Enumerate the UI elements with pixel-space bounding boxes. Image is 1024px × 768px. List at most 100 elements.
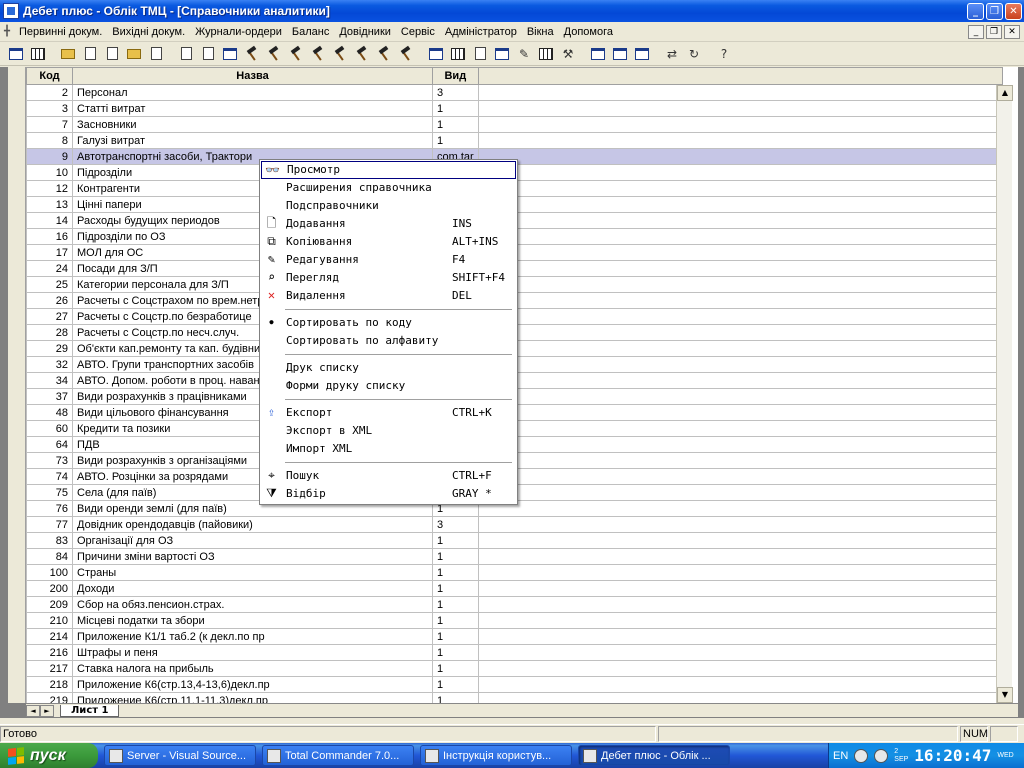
cell-code[interactable]: 219 xyxy=(26,692,73,703)
restore-button[interactable]: ❐ xyxy=(986,2,1003,20)
menu-service[interactable]: Сервіс xyxy=(396,26,440,38)
cell-code[interactable]: 10 xyxy=(26,164,73,181)
cell-kind[interactable]: 1 xyxy=(432,692,479,703)
scroll-up-icon[interactable]: ▲ xyxy=(997,85,1013,101)
cell-code[interactable]: 210 xyxy=(26,612,73,629)
context-menu-item[interactable]: Расширения справочника xyxy=(261,179,516,197)
cell-code[interactable]: 77 xyxy=(26,516,73,533)
sheet-tab-1[interactable]: Лист 1 xyxy=(60,704,120,717)
cascade-windows-icon[interactable] xyxy=(588,44,608,64)
cell-code[interactable]: 7 xyxy=(26,116,73,133)
cell-name[interactable]: Галузі витрат xyxy=(72,132,433,149)
cell-kind[interactable]: 1 xyxy=(432,532,479,549)
context-menu-item[interactable]: ✕ Видалення DEL xyxy=(261,287,516,305)
report-icon[interactable] xyxy=(426,44,446,64)
table-row[interactable]: 218 Приложение К6(стр.13,4-13,6)декл.пр 1 xyxy=(26,676,1003,693)
cell-name[interactable]: Страны xyxy=(72,564,433,581)
table-row[interactable]: 209 Сбор на обяз.пенсион.страх. 1 xyxy=(26,596,1003,613)
cell-name[interactable]: Місцеві податки та збори xyxy=(72,612,433,629)
context-menu-item[interactable]: 👓 Просмотр xyxy=(261,161,516,179)
menu-windows[interactable]: Вікна xyxy=(522,26,559,38)
column-header-kind[interactable]: Вид xyxy=(432,67,479,85)
hammer-icon[interactable] xyxy=(396,44,416,64)
cell-name[interactable]: Організації для ОЗ xyxy=(72,532,433,549)
cell-code[interactable]: 75 xyxy=(26,484,73,501)
transfer-icon[interactable]: ⇄ xyxy=(662,44,682,64)
hammer-icon[interactable] xyxy=(374,44,394,64)
context-menu-item[interactable]: Импорт XML xyxy=(261,440,516,458)
cell-code[interactable]: 17 xyxy=(26,244,73,261)
cell-code[interactable]: 84 xyxy=(26,548,73,565)
cell-code[interactable]: 60 xyxy=(26,420,73,437)
delete-doc-icon[interactable] xyxy=(198,44,218,64)
language-indicator[interactable]: EN xyxy=(833,750,848,762)
cell-code[interactable]: 26 xyxy=(26,292,73,309)
refresh-icon[interactable]: ↻ xyxy=(684,44,704,64)
cell-code[interactable]: 32 xyxy=(26,356,73,373)
cell-name[interactable]: Штрафы и пеня xyxy=(72,644,433,661)
cell-code[interactable]: 37 xyxy=(26,388,73,405)
context-menu-item[interactable]: ⌖ Пошук CTRL+F xyxy=(261,467,516,485)
table-row[interactable]: 83 Організації для ОЗ 1 xyxy=(26,532,1003,549)
cell-code[interactable]: 25 xyxy=(26,276,73,293)
table-row[interactable]: 200 Доходи 1 xyxy=(26,580,1003,597)
context-menu-item[interactable]: Экспорт в XML xyxy=(261,422,516,440)
tools-icon[interactable]: ⚒ xyxy=(558,44,578,64)
cell-code[interactable]: 13 xyxy=(26,196,73,213)
context-menu-item[interactable]: ⌕ Перегляд SHIFT+F4 xyxy=(261,269,516,287)
volume-icon[interactable] xyxy=(874,748,889,763)
cell-name[interactable]: Ставка налога на прибыль xyxy=(72,660,433,677)
column-header-code[interactable]: Код xyxy=(26,67,73,85)
cell-code[interactable]: 209 xyxy=(26,596,73,613)
cell-code[interactable]: 34 xyxy=(26,372,73,389)
cell-kind[interactable]: 1 xyxy=(432,564,479,581)
table-row[interactable]: 77 Довідник орендодавців (пайовики) 3 xyxy=(26,516,1003,533)
cell-kind[interactable]: 1 xyxy=(432,116,479,133)
cell-name[interactable]: Приложение К6(стр.13,4-13,6)декл.пр xyxy=(72,676,433,693)
cell-code[interactable]: 29 xyxy=(26,340,73,357)
hammer-icon[interactable] xyxy=(352,44,372,64)
tray-app-icon[interactable] xyxy=(854,748,869,763)
cell-code[interactable]: 74 xyxy=(26,468,73,485)
cell-name[interactable]: Статті витрат xyxy=(72,100,433,117)
table-row[interactable]: 2 Персонал 3 xyxy=(26,84,1003,101)
cell-code[interactable]: 16 xyxy=(26,228,73,245)
hammer-icon[interactable] xyxy=(308,44,328,64)
cell-code[interactable]: 3 xyxy=(26,100,73,117)
cell-kind[interactable]: 1 xyxy=(432,580,479,597)
context-menu-item[interactable]: Друк списку xyxy=(261,359,516,377)
list-icon[interactable] xyxy=(28,44,48,64)
documents-icon[interactable] xyxy=(146,44,166,64)
tile-vertical-icon[interactable] xyxy=(610,44,630,64)
cell-name[interactable]: Приложение К6(стр.11,1-11,3)декл.пр xyxy=(72,692,433,703)
cell-name[interactable]: Доходи xyxy=(72,580,433,597)
cell-kind[interactable]: 1 xyxy=(432,132,479,149)
table-row[interactable]: 210 Місцеві податки та збори 1 xyxy=(26,612,1003,629)
context-menu-item[interactable]: Подсправочники xyxy=(261,197,516,215)
edit-icon[interactable] xyxy=(176,44,196,64)
new-doc-icon[interactable] xyxy=(80,44,100,64)
table-row[interactable]: 100 Страны 1 xyxy=(26,564,1003,581)
column-header-name[interactable]: Назва xyxy=(72,67,433,85)
context-menu-item[interactable]: ● Сортировать по коду xyxy=(261,314,516,332)
cell-kind[interactable]: 1 xyxy=(432,660,479,677)
tab-next-icon[interactable]: ► xyxy=(40,704,54,717)
menu-balance[interactable]: Баланс xyxy=(287,26,334,38)
tile-horizontal-icon[interactable] xyxy=(632,44,652,64)
cell-code[interactable]: 2 xyxy=(26,84,73,101)
vertical-scrollbar[interactable]: ▲ ▼ xyxy=(996,85,1013,703)
cell-kind[interactable]: 3 xyxy=(432,84,479,101)
cell-name[interactable]: Довідник орендодавців (пайовики) xyxy=(72,516,433,533)
cell-name[interactable]: Причини зміни вартості ОЗ xyxy=(72,548,433,565)
mdi-close-button[interactable]: ✕ xyxy=(1004,24,1020,39)
cell-code[interactable]: 64 xyxy=(26,436,73,453)
cell-code[interactable]: 28 xyxy=(26,324,73,341)
context-menu-item[interactable]: Форми друку списку xyxy=(261,377,516,395)
mdi-minimize-button[interactable]: _ xyxy=(968,24,984,39)
cell-kind[interactable]: 3 xyxy=(432,516,479,533)
cell-kind[interactable]: 1 xyxy=(432,612,479,629)
cell-code[interactable]: 14 xyxy=(26,212,73,229)
hammer-icon[interactable] xyxy=(264,44,284,64)
mdi-restore-button[interactable]: ❐ xyxy=(986,24,1002,39)
hammer-icon[interactable] xyxy=(286,44,306,64)
